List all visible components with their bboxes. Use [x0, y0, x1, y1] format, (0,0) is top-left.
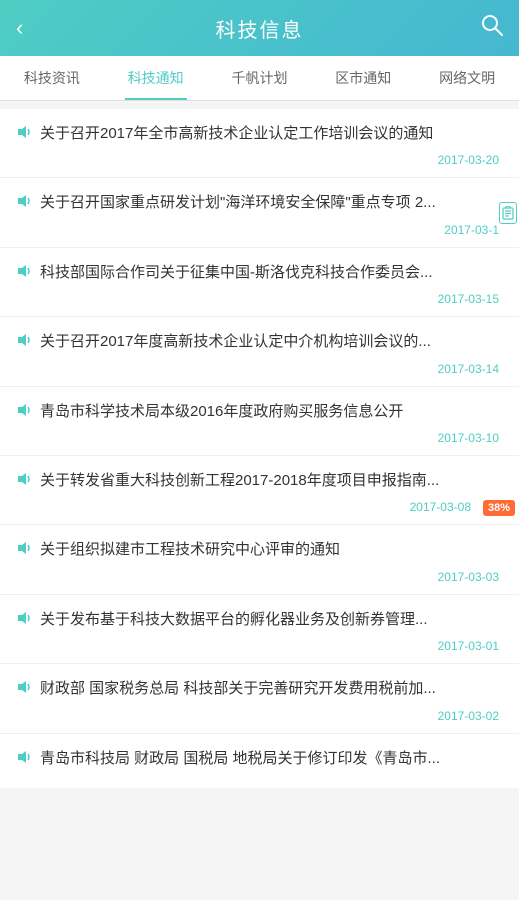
news-date-7: 2017-03-01 — [16, 639, 503, 653]
news-date-4: 2017-03-10 — [16, 431, 503, 445]
news-date-6: 2017-03-03 — [16, 570, 503, 584]
news-item-3[interactable]: 关于召开2017年度高新技术企业认定中介机构培训会议的... 2017-03-1… — [0, 317, 519, 386]
tab-keji-zixun[interactable]: 科技资讯 — [0, 56, 104, 100]
news-item-9[interactable]: 青岛市科技局 财政局 国税局 地税局关于修订印发《青岛市... — [0, 734, 519, 788]
news-date-2: 2017-03-15 — [16, 292, 503, 306]
news-item-8[interactable]: 财政部 国家税务总局 科技部关于完善研究开发费用税前加... 2017-03-0… — [0, 664, 519, 733]
news-item-7[interactable]: 关于发布基于科技大数据平台的孵化器业务及创新券管理... 2017-03-01 — [0, 595, 519, 664]
news-date-0: 2017-03-20 — [16, 153, 503, 167]
tab-keji-tongzhi[interactable]: 科技通知 — [104, 56, 208, 100]
tab-wangluo-wenming[interactable]: 网络文明 — [415, 56, 519, 100]
news-date-3: 2017-03-14 — [16, 362, 503, 376]
progress-badge-5: 38% — [483, 500, 515, 516]
news-title-6: 关于组织拟建市工程技术研究中心评审的通知 — [40, 539, 503, 562]
speaker-icon-6 — [16, 540, 32, 563]
speaker-icon-7 — [16, 610, 32, 633]
news-item-2[interactable]: 科技部国际合作司关于征集中国-斯洛伐克科技合作委员会... 2017-03-15 — [0, 248, 519, 317]
speaker-icon-9 — [16, 749, 32, 772]
speaker-icon-5 — [16, 471, 32, 494]
news-title-4: 青岛市科学技术局本级2016年度政府购买服务信息公开 — [40, 401, 503, 424]
speaker-icon-2 — [16, 263, 32, 286]
news-item-1[interactable]: 关于召开国家重点研发计划"海洋环境安全保障"重点专项 2... 2017-03-… — [0, 178, 519, 247]
speaker-icon-1 — [16, 193, 32, 216]
news-title-3: 关于召开2017年度高新技术企业认定中介机构培训会议的... — [40, 331, 503, 354]
news-item-6[interactable]: 关于组织拟建市工程技术研究中心评审的通知 2017-03-03 — [0, 525, 519, 594]
page-title: 科技信息 — [216, 14, 304, 43]
clipboard-icon-1 — [499, 202, 517, 224]
news-list: 关于召开2017年全市高新技术企业认定工作培训会议的通知 2017-03-20 … — [0, 109, 519, 788]
news-title-7: 关于发布基于科技大数据平台的孵化器业务及创新券管理... — [40, 609, 503, 632]
tab-qianfan-jihua[interactable]: 千帆计划 — [208, 56, 312, 100]
tab-qushi-tongzhi[interactable]: 区市通知 — [311, 56, 415, 100]
news-title-0: 关于召开2017年全市高新技术企业认定工作培训会议的通知 — [40, 123, 503, 146]
news-item-4[interactable]: 青岛市科学技术局本级2016年度政府购买服务信息公开 2017-03-10 — [0, 387, 519, 456]
news-title-1: 关于召开国家重点研发计划"海洋环境安全保障"重点专项 2... — [40, 192, 503, 215]
speaker-icon-3 — [16, 332, 32, 355]
news-item-5[interactable]: 关于转发省重大科技创新工程2017-2018年度项目申报指南... 2017-0… — [0, 456, 519, 525]
news-date-8: 2017-03-02 — [16, 709, 503, 723]
news-title-8: 财政部 国家税务总局 科技部关于完善研究开发费用税前加... — [40, 678, 503, 701]
news-date-5: 2017-03-08 — [16, 500, 503, 514]
app-header: ‹ 科技信息 — [0, 0, 519, 56]
back-button[interactable]: ‹ — [16, 17, 23, 39]
news-title-2: 科技部国际合作司关于征集中国-斯洛伐克科技合作委员会... — [40, 262, 503, 285]
news-title-5: 关于转发省重大科技创新工程2017-2018年度项目申报指南... — [40, 470, 503, 493]
news-item-0[interactable]: 关于召开2017年全市高新技术企业认定工作培训会议的通知 2017-03-20 — [0, 109, 519, 178]
tab-bar: 科技资讯 科技通知 千帆计划 区市通知 网络文明 — [0, 56, 519, 101]
news-title-9: 青岛市科技局 财政局 国税局 地税局关于修订印发《青岛市... — [40, 748, 503, 771]
speaker-icon-0 — [16, 124, 32, 147]
search-button[interactable] — [481, 14, 503, 42]
news-date-1: 2017-03-1 — [16, 223, 503, 237]
speaker-icon-4 — [16, 402, 32, 425]
speaker-icon-8 — [16, 679, 32, 702]
